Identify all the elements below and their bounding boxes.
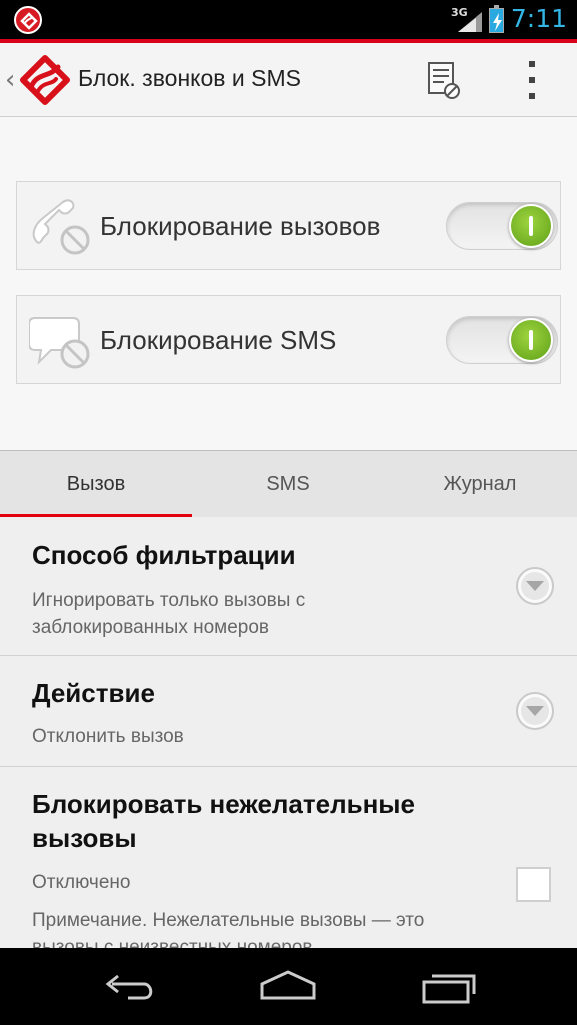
page-title: Блок. звонков и SMS [78,65,301,91]
overflow-dot [529,61,535,67]
filter-method-value: Игнорировать только вызовы с заблокирова… [32,590,306,638]
clock: 7:11 [510,4,567,33]
navigation-bar [0,948,577,1025]
tab-log[interactable]: Журнал [384,451,576,518]
action-dropdown-icon[interactable] [516,692,554,730]
sms-blocked-icon [29,317,90,369]
call-settings-list: Способ фильтрации Игнорировать только вы… [0,517,577,948]
overflow-menu-button[interactable] [514,57,550,103]
switch-on-knob [509,318,553,362]
block-unwanted-checkbox[interactable] [516,867,551,902]
switch-on-knob [509,204,553,248]
block-unwanted-value: Отключено [32,872,131,893]
block-unwanted-note: Примечание. Нежелательные вызовы — это в… [32,910,425,948]
action-title: Действие [32,678,155,708]
home-icon[interactable] [258,966,318,1006]
call-log-icon [428,62,460,99]
call-blocking-label: Блокирование вызовов [100,211,381,241]
call-blocking-card[interactable]: Блокирование вызовов [16,181,561,270]
signal-icon [458,12,482,32]
app-logo-icon[interactable] [20,55,70,105]
filter-method-title: Способ фильтрации [32,540,296,570]
call-blocking-switch[interactable] [446,202,558,250]
block-toggles-panel: Блокирование вызовов Блокирование SMS [0,117,577,450]
block-unwanted-title: Блокировать нежелательные вызовы [32,789,415,853]
sms-blocking-card[interactable]: Блокирование SMS [16,295,561,384]
overflow-dot [529,77,535,83]
tab-bar: Вызов SMS Журнал [0,450,577,517]
phone-blocked-icon [32,199,90,255]
action-value: Отклонить вызов [32,726,184,747]
action-bar: ‹ Блок. звонков и SMS [0,43,577,117]
battery-charging-icon [489,5,504,33]
overflow-dot [529,93,535,99]
recent-apps-icon[interactable] [420,966,480,1006]
block-unwanted-setting[interactable]: Блокировать нежелательные вызовы Отключе… [0,767,577,948]
filter-method-setting[interactable]: Способ фильтрации Игнорировать только вы… [0,517,577,656]
action-setting[interactable]: Действие Отклонить вызов [0,656,577,767]
status-bar: 3G 7:11 [0,0,577,43]
filter-method-dropdown-icon[interactable] [516,567,554,605]
call-log-button[interactable] [420,57,466,103]
app-notification-icon [14,6,42,34]
back-icon[interactable] [98,966,158,1006]
up-chevron-icon[interactable]: ‹ [5,65,15,95]
tab-call[interactable]: Вызов [0,451,192,518]
sms-blocking-label: Блокирование SMS [100,325,337,355]
tab-sms[interactable]: SMS [192,451,384,518]
sms-blocking-switch[interactable] [446,316,558,364]
